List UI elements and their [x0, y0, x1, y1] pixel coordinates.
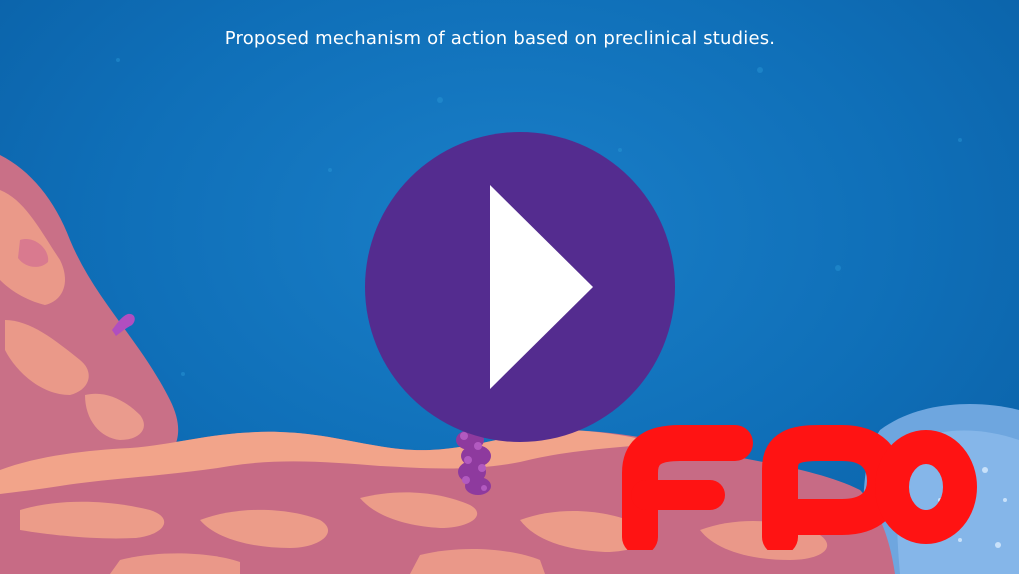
fpo-placeholder-mark: [610, 425, 990, 550]
play-button[interactable]: [365, 132, 675, 442]
video-caption: Proposed mechanism of action based on pr…: [224, 28, 776, 49]
video-player[interactable]: Proposed mechanism of action based on pr…: [0, 0, 1019, 574]
